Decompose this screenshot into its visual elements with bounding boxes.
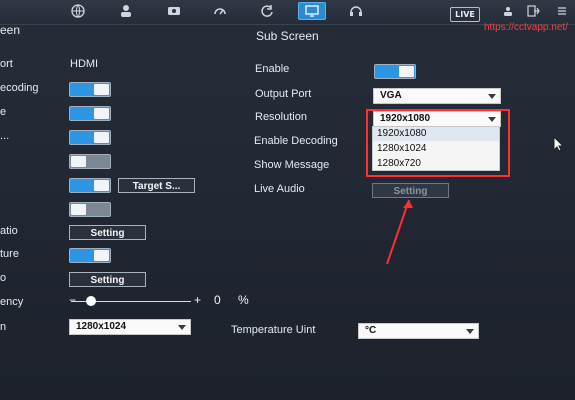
chevron-down-icon — [466, 329, 474, 334]
left-o-setting-button[interactable]: Setting — [69, 272, 146, 287]
toggle-knob — [94, 180, 109, 191]
toggle-knob — [94, 84, 109, 95]
enable-label: Enable — [255, 63, 290, 75]
toggle-knob — [94, 132, 109, 143]
left-row3-toggle[interactable] — [69, 106, 111, 121]
left-enable-decoding-label: ecoding — [0, 82, 39, 94]
left-o-label: o — [0, 272, 7, 284]
toggle-knob — [94, 108, 109, 119]
watermark: https://cctvapp.net/ — [484, 22, 568, 33]
highlight-box — [366, 109, 510, 177]
slider-knob[interactable] — [86, 296, 96, 306]
slider-value: 0 — [214, 293, 221, 307]
account-icon[interactable] — [500, 2, 516, 20]
slider-minus-label: − — [69, 293, 77, 307]
left-resolution-label: n — [0, 321, 7, 333]
gauge-icon[interactable] — [208, 2, 232, 20]
left-ture-label: ture — [0, 248, 19, 260]
show-message-label: Show Message — [254, 159, 330, 171]
left-decoding-toggle[interactable] — [69, 82, 111, 97]
left-row4-label: ... — [0, 130, 10, 142]
live-audio-label: Live Audio — [254, 183, 305, 195]
left-row3-label: e — [0, 106, 7, 118]
mouse-cursor — [553, 136, 565, 152]
toggle-knob — [94, 250, 109, 261]
left-section-title: een — [0, 23, 21, 37]
target-setting-button[interactable]: Target S... — [118, 178, 195, 193]
right-section-title: Sub Screen — [256, 29, 319, 43]
refresh-icon[interactable] — [255, 2, 279, 20]
left-output-port-label: ort — [0, 58, 13, 70]
chevron-down-icon — [178, 325, 186, 330]
left-row7-toggle[interactable] — [69, 202, 111, 217]
output-port-label: Output Port — [255, 88, 312, 100]
temperature-value: °C — [365, 325, 377, 336]
left-ratio-label: atio — [0, 225, 18, 237]
left-row5-toggle[interactable] — [69, 154, 111, 169]
temperature-label: Temperature Uint — [231, 324, 316, 336]
left-ture-toggle[interactable] — [69, 248, 111, 263]
toggle-knob — [71, 204, 86, 215]
slider-plus-label: + — [194, 293, 202, 307]
toggle-knob — [399, 66, 414, 77]
chevron-down-icon — [488, 94, 496, 99]
camera-icon[interactable] — [162, 2, 186, 20]
left-output-port-value: HDMI — [70, 58, 99, 70]
screen: LIVE https://cctvapp.net/ een Sub Screen… — [0, 0, 575, 400]
temperature-select[interactable]: °C — [358, 323, 479, 339]
display-icon[interactable] — [298, 2, 326, 20]
logout-icon[interactable] — [525, 2, 543, 20]
left-ency-label: ency — [0, 296, 24, 308]
output-port-value: VGA — [380, 90, 402, 101]
resolution-label: Resolution — [255, 111, 307, 123]
annotation-arrow — [386, 199, 413, 265]
left-target-toggle[interactable] — [69, 178, 111, 193]
enable-toggle[interactable] — [374, 64, 416, 79]
output-port-select[interactable]: VGA — [373, 88, 501, 104]
left-ratio-setting-button[interactable]: Setting — [69, 225, 146, 240]
slider-unit: % — [238, 293, 249, 307]
user-icon[interactable] — [114, 2, 138, 20]
left-resolution-value: 1280x1024 — [76, 321, 127, 332]
headset-icon[interactable] — [344, 2, 368, 20]
toggle-knob — [71, 156, 86, 167]
menu-icon[interactable] — [554, 2, 570, 20]
live-button[interactable]: LIVE — [450, 7, 480, 22]
enable-decoding-label: Enable Decoding — [254, 135, 338, 147]
left-row4-toggle[interactable] — [69, 130, 111, 145]
left-resolution-select[interactable]: 1280x1024 — [69, 319, 191, 335]
globe-icon[interactable] — [66, 2, 90, 20]
